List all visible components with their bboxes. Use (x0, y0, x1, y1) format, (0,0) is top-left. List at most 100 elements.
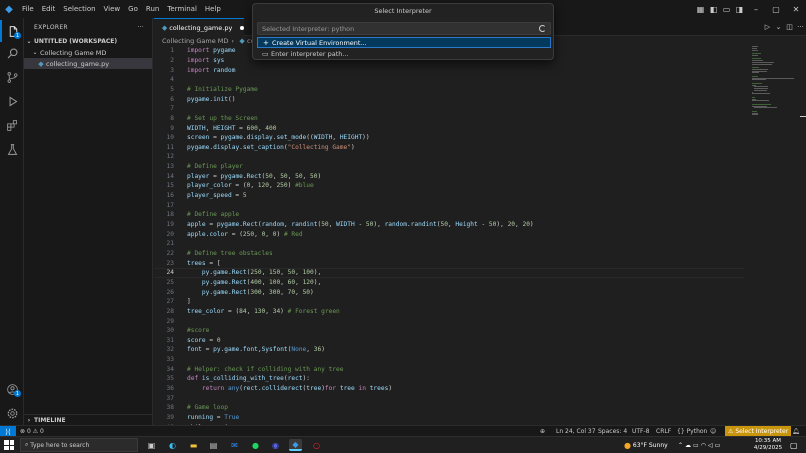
code-line[interactable]: 35 def is_colliding_with_tree(rect): (154, 374, 744, 384)
code-line[interactable]: 8 # Set up the Screen (154, 114, 744, 124)
code-line[interactable]: 4 (154, 75, 744, 85)
folder-row[interactable]: ⌄ Collecting Game MD (24, 47, 152, 58)
minimap[interactable] (750, 46, 798, 116)
line-number: 10 (166, 134, 174, 142)
code-line[interactable]: 34 # Helper: check if colliding with any … (154, 364, 744, 374)
task-view-icon[interactable]: ▣ (145, 439, 158, 451)
code-line[interactable]: 19 apple = pygame.Rect(random, randint(50… (154, 220, 744, 230)
toggle-panel-icon[interactable]: ▭ (720, 0, 733, 18)
code-line[interactable]: 32 font = py.game.font,Sysfont(None, 36) (154, 345, 744, 355)
opera-icon[interactable]: ○ (310, 439, 323, 451)
code-line[interactable]: 38 # Game loop (154, 403, 744, 413)
split-editor-icon[interactable]: ◫ (784, 23, 795, 31)
microsoft-store-icon[interactable]: ▤ (207, 439, 220, 451)
menu-view[interactable]: View (100, 0, 125, 18)
code-line[interactable]: 11 pygame.display.set_caption("Collecting… (154, 143, 744, 153)
menu-go[interactable]: Go (124, 0, 142, 18)
testing-icon[interactable] (0, 138, 24, 160)
notification-center-icon[interactable]: ▢ (790, 437, 798, 453)
code-line[interactable]: 27] (154, 297, 744, 307)
timeline-section[interactable]: › TIMELINE (24, 414, 152, 425)
line-number: 21 (166, 240, 174, 248)
code-line[interactable]: 10 screen = pygame.display.set_mode((WIDT… (154, 133, 744, 143)
close-button[interactable]: ✕ (786, 0, 806, 18)
more-actions-icon[interactable]: ··· (795, 23, 806, 31)
code-line[interactable]: 7 (154, 104, 744, 114)
run-dropdown-icon[interactable]: ⌄ (773, 23, 784, 31)
weather-widget[interactable]: ● 63°F Sunny (624, 437, 668, 453)
code-line[interactable]: 13 # Define player (154, 162, 744, 172)
code-line[interactable]: 21 (154, 239, 744, 249)
code-line[interactable]: 26 py.game.Rect(300, 300, 70, 50) (154, 287, 744, 297)
enter-interpreter-path-item[interactable]: ▭ Enter interpreter path... (257, 48, 551, 59)
code-line[interactable]: 17 (154, 200, 744, 210)
code-line[interactable]: 14 player = pygame.Rect(50, 50, 50, 50) (154, 171, 744, 181)
source-control-icon[interactable] (0, 66, 24, 88)
code-line[interactable]: 37 (154, 393, 744, 403)
workspace-row[interactable]: ⌄ UNTITLED (WORKSPACE) (24, 36, 152, 47)
code-line[interactable]: 33 (154, 355, 744, 365)
accounts-icon[interactable]: 1 (0, 378, 24, 400)
code-line[interactable]: 30 #score (154, 326, 744, 336)
code-text: WIDTH, HEIGHT = 600, 400 (187, 124, 277, 132)
create-virtual-environment-item[interactable]: + Create Virtual Environment... (257, 37, 551, 48)
spotify-icon[interactable]: ● (249, 439, 262, 451)
code-line[interactable]: 39 running = True (154, 413, 744, 423)
code-line[interactable]: 12 (154, 152, 744, 162)
menu-run[interactable]: Run (142, 0, 163, 18)
menu-selection[interactable]: Selection (59, 0, 99, 18)
code-line[interactable]: 29 (154, 316, 744, 326)
code-line[interactable]: 20 apple.color = (250, 0, 0) # Red (154, 229, 744, 239)
unsaved-dot-icon[interactable] (240, 25, 244, 30)
interpreter-search-input[interactable] (262, 24, 532, 33)
more-actions-icon[interactable]: ··· (137, 24, 144, 31)
code-line[interactable]: 31 score = 0 (154, 336, 744, 346)
discord-icon[interactable]: ◉ (269, 439, 282, 451)
code-line[interactable]: 5 # Initialize Pygame (154, 85, 744, 95)
code-line[interactable]: 36 return any(rect.colliderect(tree)for … (154, 384, 744, 394)
system-tray[interactable]: ⌃ ☁ ▭ ◠ ◁ ▭ (678, 437, 722, 453)
vscode-taskbar-icon[interactable]: ◆ (289, 439, 302, 451)
code-line[interactable]: 25 py.game.Rect(400, 100, 60, 120), (154, 278, 744, 288)
code-line[interactable]: 28 tree_color = (84, 130, 34) # Forest gr… (154, 307, 744, 317)
breadcrumb-folder[interactable]: Collecting Game MD (162, 37, 228, 45)
menu-file[interactable]: File (18, 0, 38, 18)
run-python-icon[interactable]: ▷ (762, 23, 773, 31)
code-line[interactable]: 3 import random (154, 65, 744, 75)
line-number: 30 (166, 327, 174, 335)
menu-help[interactable]: Help (201, 0, 225, 18)
file-label: collecting_game.py (46, 59, 110, 68)
menu-terminal[interactable]: Terminal (163, 0, 201, 18)
tab-collecting-game[interactable]: ◆ collecting_game.py (154, 18, 244, 36)
code-line[interactable]: 24 py.game.Rect(250, 150, 50, 100), (154, 267, 744, 278)
search-icon[interactable] (0, 42, 24, 64)
toggle-secondary-sidebar-icon[interactable]: ◨ (733, 0, 746, 18)
run-debug-icon[interactable] (0, 90, 24, 112)
customize-layout-icon[interactable]: ▦ (694, 0, 707, 18)
explorer-icon[interactable]: 1 (0, 20, 24, 42)
line-number: 7 (170, 105, 174, 113)
extensions-icon[interactable] (0, 114, 24, 136)
code-line[interactable]: 22 # Define tree obstacles (154, 249, 744, 259)
code-line[interactable]: 16 player_speed = 5 (154, 191, 744, 201)
windows-start-icon[interactable] (4, 440, 14, 450)
file-explorer-icon[interactable]: ▬ (187, 439, 200, 451)
maximize-button[interactable]: ▢ (766, 0, 786, 18)
code-line[interactable]: 23 trees = [ (154, 258, 744, 268)
outlook-icon[interactable]: ✉ (228, 439, 241, 451)
taskbar-clock[interactable]: 10:35 AM 4/29/2025 (748, 438, 788, 452)
menu-edit[interactable]: Edit (38, 0, 60, 18)
chevron-down-icon: ⌄ (32, 49, 38, 56)
code-line[interactable]: 6 pygame.init() (154, 94, 744, 104)
code-line[interactable]: 9 WIDTH, HEIGHT = 600, 400 (154, 123, 744, 133)
file-row[interactable]: ◆ collecting_game.py (24, 58, 152, 69)
taskbar-search-box[interactable]: ⌕ Type here to search (20, 438, 138, 452)
edge-browser-icon[interactable]: ◐ (166, 439, 179, 451)
settings-gear-icon[interactable] (0, 402, 24, 424)
toggle-primary-sidebar-icon[interactable]: ◧ (707, 0, 720, 18)
code-editor[interactable]: 1 import pygame 2 import sys 3 import random 4… (154, 46, 744, 431)
wifi-icon: ◠ (700, 442, 708, 449)
code-line[interactable]: 18 # Define apple (154, 210, 744, 220)
code-line[interactable]: 15 player_color = (0, 120, 250) #blue (154, 181, 744, 191)
minimize-button[interactable]: – (746, 0, 766, 18)
